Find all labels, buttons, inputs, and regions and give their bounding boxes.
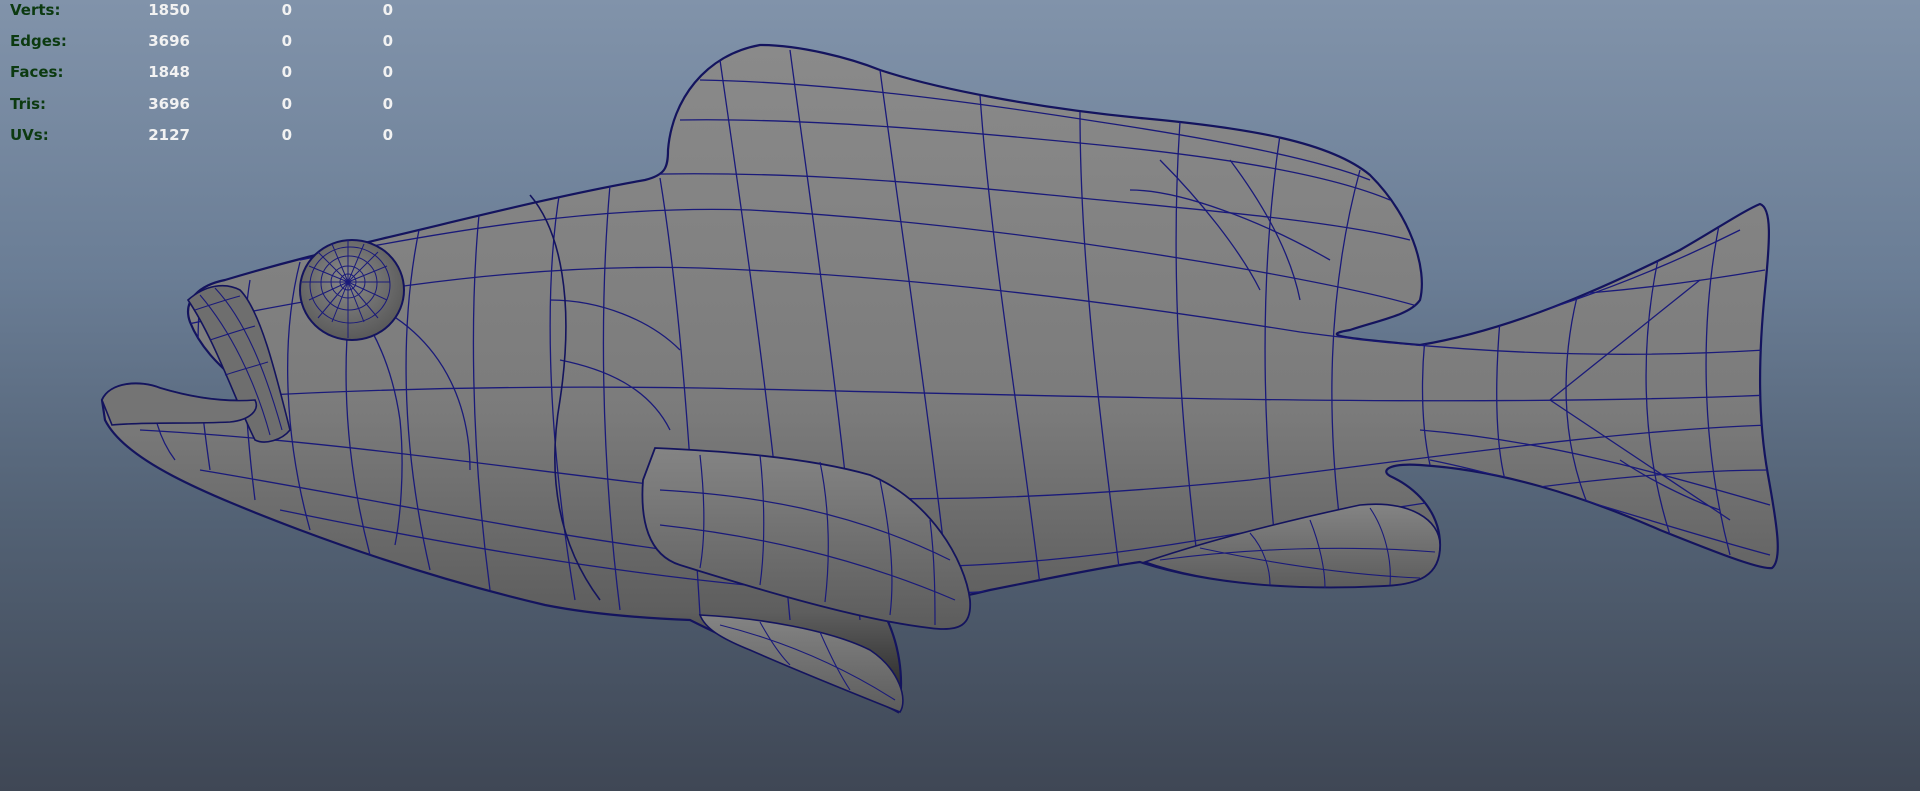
heads-up-display: Verts: 1850 0 0 Edges: 3696 0 0 Faces: 1… bbox=[0, 0, 400, 156]
hud-row-edges: Edges: 3696 0 0 bbox=[0, 31, 400, 62]
hud-value-other: 0 bbox=[382, 32, 393, 51]
hud-value-other: 0 bbox=[382, 94, 393, 113]
hud-value-total: 1850 bbox=[148, 1, 190, 19]
hud-row-uvs: UVs: 2127 0 0 bbox=[0, 125, 400, 156]
hud-value-selected: 0 bbox=[281, 125, 292, 144]
hud-value-other: 0 bbox=[382, 63, 393, 82]
hud-label: Edges: bbox=[10, 32, 67, 51]
hud-label: Tris: bbox=[10, 94, 47, 113]
hud-label: UVs: bbox=[10, 125, 49, 144]
hud-value-selected: 0 bbox=[281, 63, 292, 82]
eye bbox=[299, 239, 405, 341]
hud-value-selected: 0 bbox=[281, 32, 292, 51]
hud-value-total: 1848 bbox=[148, 63, 190, 82]
hud-value-total: 3696 bbox=[148, 94, 190, 113]
hud-value-selected: 0 bbox=[281, 94, 292, 113]
hud-value-total: 2127 bbox=[148, 125, 190, 144]
hud-value-selected: 0 bbox=[281, 1, 292, 19]
hud-row-verts: Verts: 1850 0 0 bbox=[0, 0, 400, 31]
hud-row-tris: Tris: 3696 0 0 bbox=[0, 94, 400, 125]
hud-value-other: 0 bbox=[382, 125, 393, 144]
hud-row-faces: Faces: 1848 0 0 bbox=[0, 62, 400, 93]
hud-value-total: 3696 bbox=[148, 32, 190, 51]
hud-label: Verts: bbox=[10, 1, 61, 19]
hud-label: Faces: bbox=[10, 63, 64, 82]
hud-value-other: 0 bbox=[382, 1, 393, 19]
viewport-3d[interactable]: Verts: 1850 0 0 Edges: 3696 0 0 Faces: 1… bbox=[0, 0, 1920, 791]
